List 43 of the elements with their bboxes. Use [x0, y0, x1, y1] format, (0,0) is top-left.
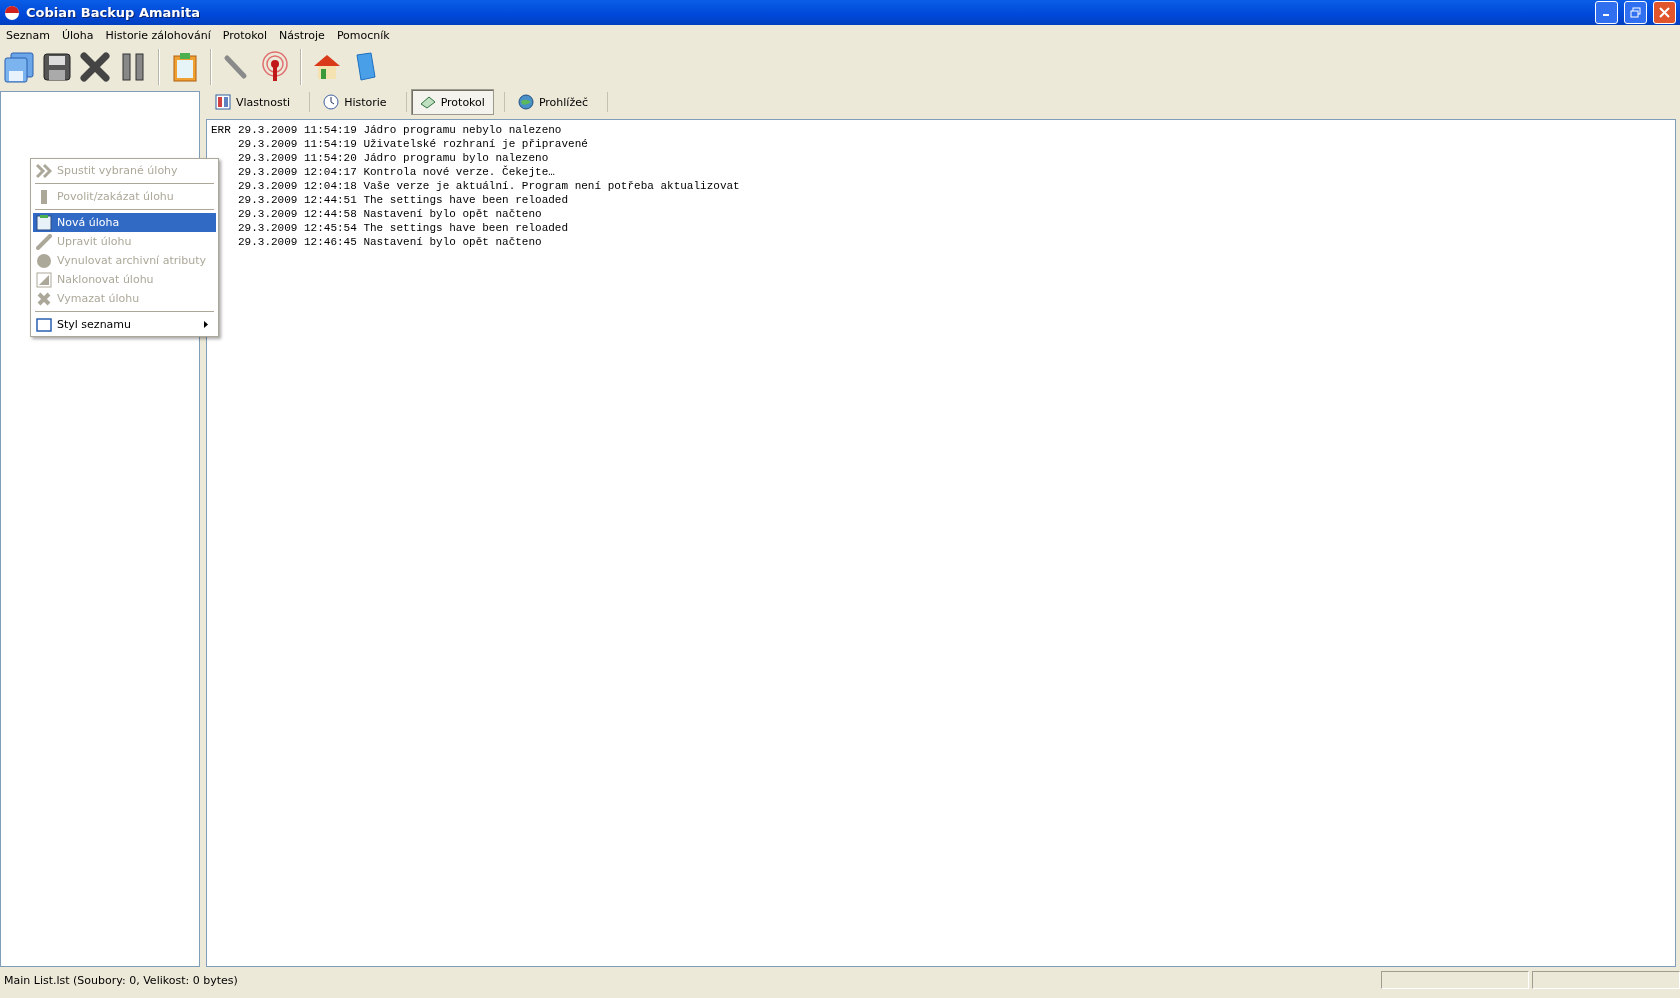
log-line: 29.3.2009 11:54:20 Jádro programu bylo nalezeno	[238, 151, 549, 165]
tab[interactable]: Vlastnosti	[206, 89, 300, 115]
log-level: ERR	[211, 123, 232, 137]
restore-button[interactable]	[1624, 1, 1647, 24]
menu-item[interactable]: Historie zálohování	[99, 28, 217, 42]
menu-item[interactable]: Úloha	[55, 28, 100, 42]
log-line: 29.3.2009 11:54:19 Uživatelské rozhraní je připravené	[238, 137, 588, 151]
restore-icon	[1630, 7, 1641, 18]
clone-icon	[36, 271, 52, 288]
menu-item[interactable]: Pomocník	[330, 28, 396, 42]
tab[interactable]: Protokol	[410, 89, 494, 115]
log-line: 29.3.2009 12:04:17 Kontrola nové verze. Čekejte…	[238, 165, 555, 179]
circle-icon	[36, 252, 52, 269]
window-icon	[36, 316, 52, 333]
log-line: 29.3.2009 12:04:18 Vaše verze je aktuální. Program není potřeba aktualizovat	[238, 179, 740, 193]
app-logo-icon	[4, 4, 20, 21]
tab[interactable]: Prohlížeč	[508, 89, 597, 115]
minimize-button[interactable]	[1595, 1, 1618, 24]
floppy-disks-icon[interactable]	[3, 51, 35, 83]
menu-item[interactable]: Protokol	[216, 28, 273, 42]
log-line: 29.3.2009 12:44:58 Nastavení bylo opět načteno	[238, 207, 542, 221]
log-line: 29.3.2009 12:44:51 The settings have been reloaded	[238, 193, 569, 207]
log-line: 29.3.2009 12:45:54 The settings have been reloaded	[238, 221, 569, 235]
menu-item[interactable]: Seznam	[0, 28, 56, 42]
globe-icon	[517, 94, 534, 110]
x-icon	[36, 290, 52, 307]
log-line: 29.3.2009 12:46:45 Nastavení bylo opět načteno	[238, 235, 542, 249]
close-button[interactable]	[1653, 1, 1676, 24]
window-title: Cobian Backup Amanita	[26, 5, 201, 20]
properties-icon	[215, 94, 231, 110]
new-task-icon	[36, 214, 52, 231]
double-chevron-icon	[36, 162, 52, 179]
close-icon	[1659, 7, 1670, 18]
status-text: Main List.lst (Soubory: 0, Velikost: 0 bytes)	[3, 973, 239, 987]
log-line: 29.3.2009 11:54:19 Jádro programu nebylo nalezeno	[238, 123, 562, 137]
cross-icon[interactable]	[79, 51, 111, 83]
antenna-icon[interactable]	[259, 51, 291, 83]
context-menu-item[interactable]: Styl seznamu	[33, 315, 216, 334]
submenu-arrow-icon	[204, 321, 208, 328]
context-menu-item[interactable]: Nová úloha	[33, 213, 216, 232]
tab[interactable]: Historie	[314, 89, 396, 115]
menu-item[interactable]: Nástroje	[273, 28, 331, 42]
clock-icon	[323, 94, 340, 110]
